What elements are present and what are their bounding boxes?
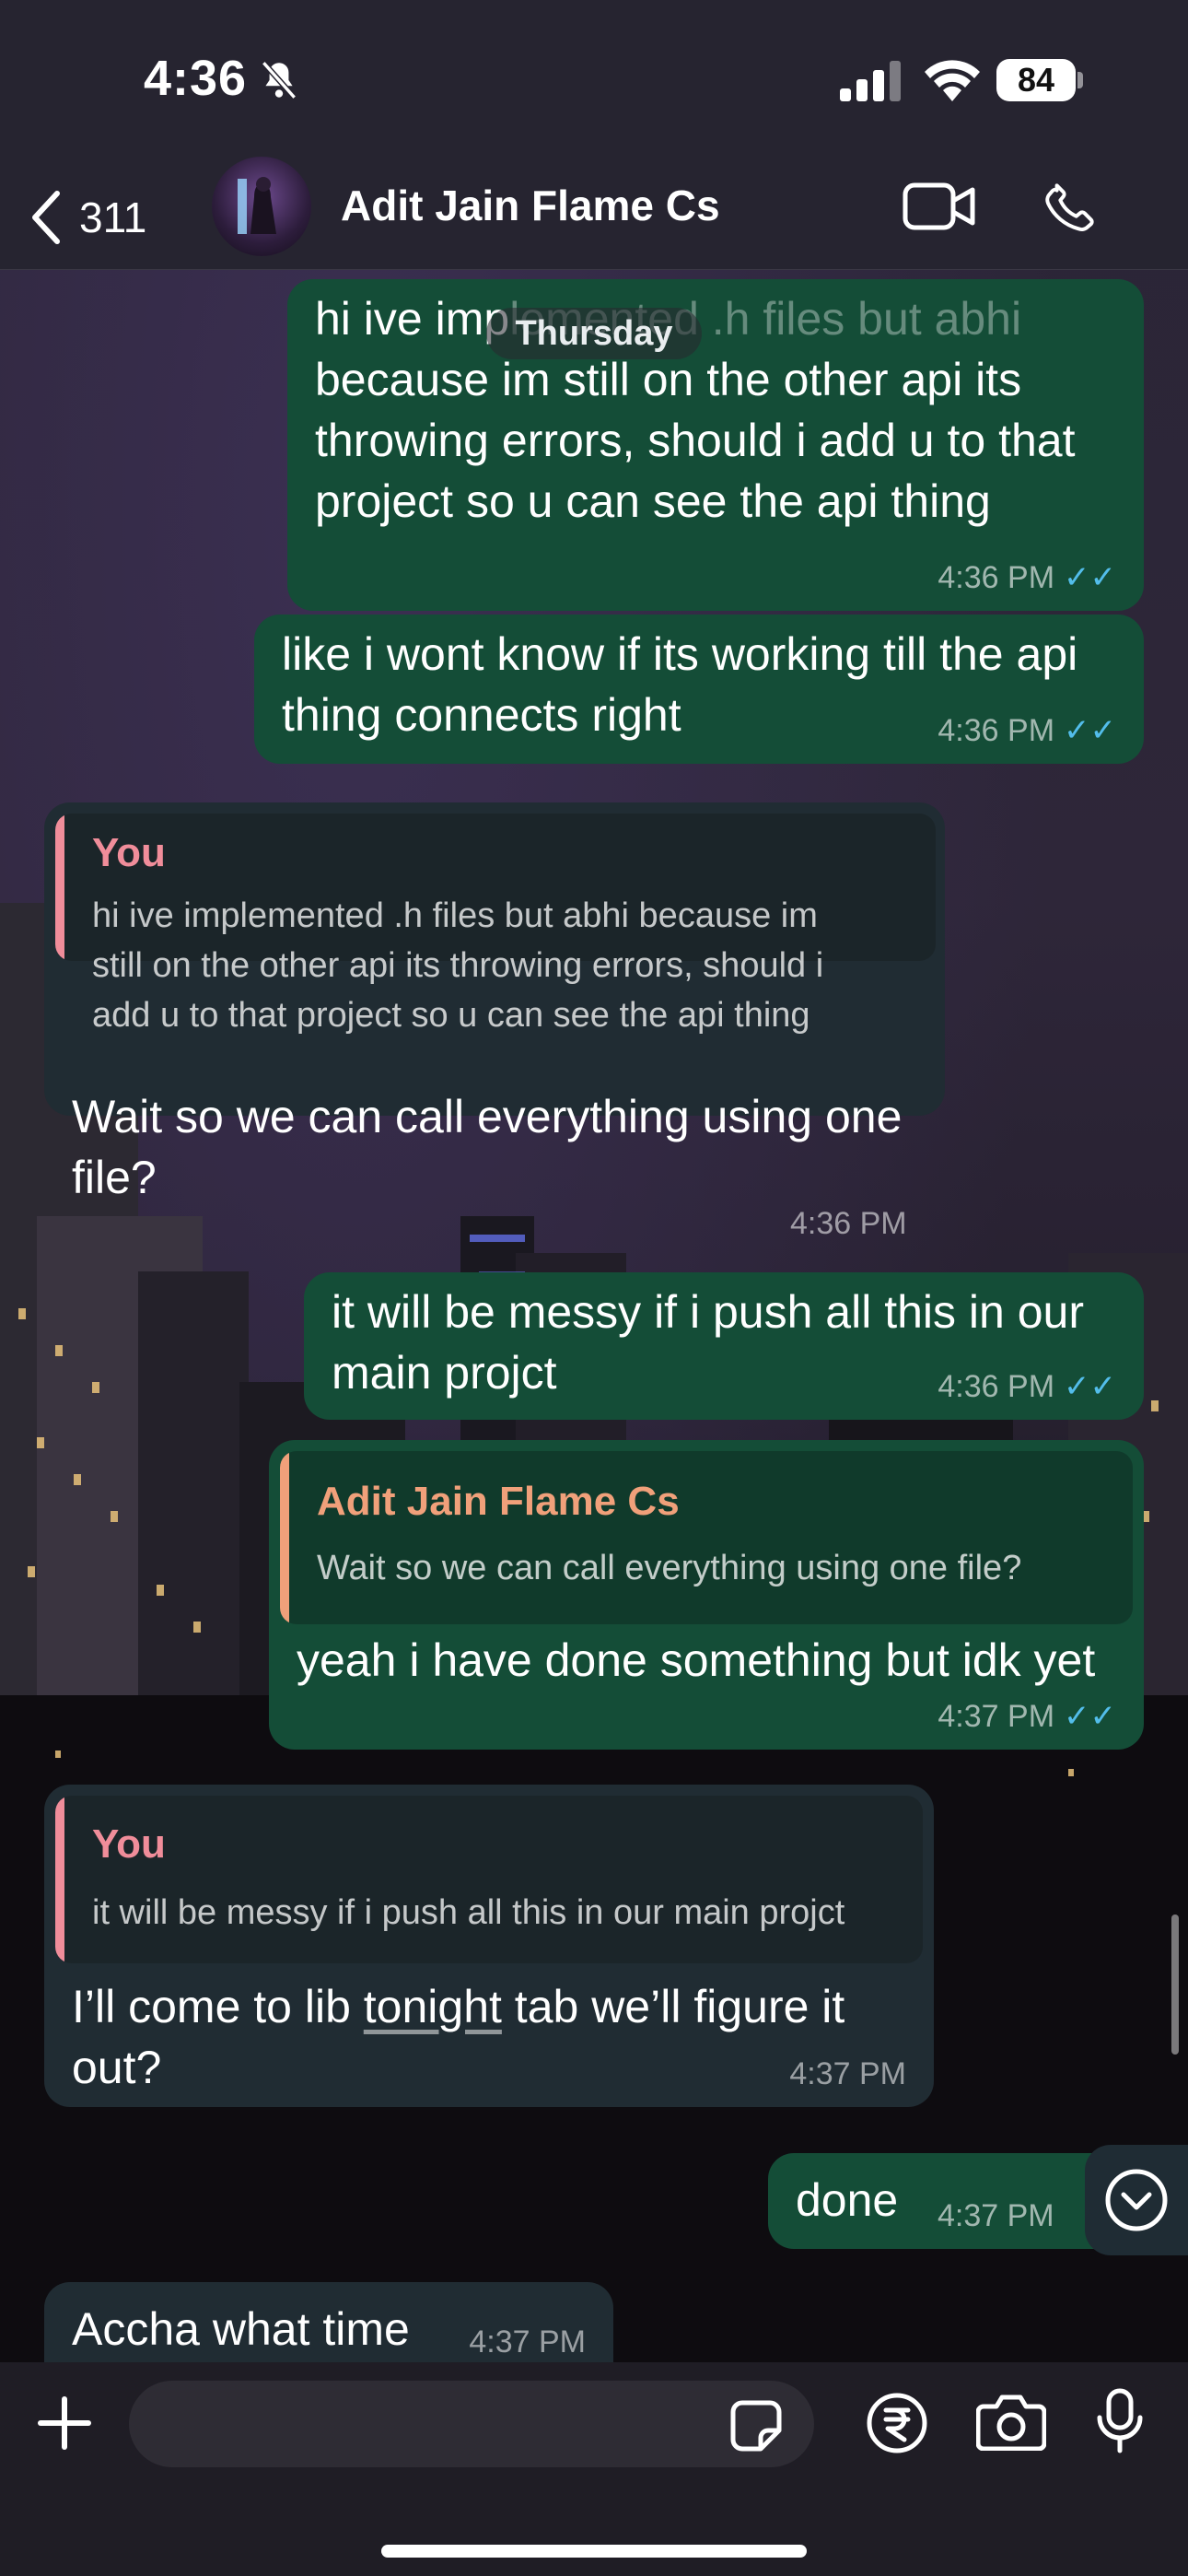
message-text: I’ll come to lib tonight tab we’ll figur…: [72, 1981, 845, 2032]
message-time: 4:37 PM: [789, 2056, 906, 2091]
quoted-reply-body: hi ive implemented .h files but abhi bec…: [55, 814, 936, 1090]
message-text: Wait so we can call everything using one: [72, 1091, 903, 1142]
message-text: done: [796, 2174, 899, 2226]
read-ticks-icon: ✓✓: [1064, 1369, 1116, 1404]
plus-icon[interactable]: [35, 2394, 94, 2457]
quoted-reply[interactable]: Adit Jain Flame Cs Wait so we can call e…: [280, 1451, 1133, 1624]
message-meta: 4:36 PM ✓✓: [938, 559, 1116, 596]
back-button[interactable]: 311: [29, 181, 146, 254]
quote-text: add u to that project so u can see the a…: [92, 996, 810, 1035]
message-bubble-incoming[interactable]: Accha what time 4:37 PM: [44, 2282, 613, 2363]
message-time: 4:36 PM: [938, 712, 1055, 748]
scrollbar[interactable]: [1171, 1914, 1179, 2055]
message-text: file?: [72, 1152, 157, 1203]
home-indicator[interactable]: [381, 2545, 807, 2558]
message-text: like i wont know if its working till the…: [282, 628, 1078, 680]
unread-count: 311: [79, 193, 147, 241]
quote-author: You: [92, 1821, 166, 1867]
message-meta: 4:36 PM ✓✓: [938, 712, 1116, 749]
date-link[interactable]: tonight: [364, 1981, 502, 2032]
signal-icon: [840, 61, 904, 106]
quote-author: Adit Jain Flame Cs: [317, 1479, 680, 1524]
avatar-image: [238, 177, 276, 234]
back-chevron-icon: [32, 191, 60, 244]
message-meta: 4:37 PM: [469, 2324, 586, 2360]
message-time: 4:36 PM: [938, 559, 1055, 595]
day-divider-label: Thursday: [486, 308, 702, 359]
message-text: throwing errors, should i add u to that: [315, 415, 1076, 466]
battery-indicator: 84: [996, 59, 1076, 101]
camera-icon[interactable]: [975, 2394, 1047, 2455]
message-time: 4:37 PM: [938, 2198, 1054, 2233]
message-bubble-outgoing[interactable]: hi ive implemented .h files but abhi bec…: [287, 279, 1144, 611]
message-bubble-outgoing[interactable]: like i wont know if its working till the…: [254, 615, 1144, 764]
mic-icon[interactable]: [1096, 2388, 1144, 2459]
composer-bar: [0, 2362, 1188, 2576]
video-call-icon[interactable]: [903, 181, 976, 237]
message-meta: 4:37 PM ✓✓: [938, 1698, 1116, 1735]
read-ticks-icon: ✓✓: [1064, 713, 1116, 748]
message-text: hi ive implemented .h files but abhi: [315, 293, 1022, 345]
quote-text: it will be messy if i push all this in o…: [92, 1893, 845, 1932]
message-meta: 4:37 PM: [789, 2056, 906, 2092]
battery-tip: [1077, 72, 1083, 88]
message-input[interactable]: [129, 2381, 814, 2467]
wifi-icon: [925, 59, 980, 106]
quote-text: hi ive implemented .h files but abhi bec…: [92, 896, 818, 935]
message-text: project so u can see the api thing: [315, 475, 991, 527]
message-meta: 4:36 PM ✓✓: [938, 1368, 1116, 1405]
bell-off-icon: [256, 57, 302, 108]
message-meta: 4:36 PM: [790, 1206, 907, 1242]
sticker-icon[interactable]: [729, 2399, 783, 2457]
scroll-down-icon: [1105, 2169, 1168, 2231]
message-meta: 4:37 PM: [938, 2198, 1054, 2234]
message-bubble-outgoing[interactable]: Adit Jain Flame Cs Wait so we can call e…: [269, 1440, 1144, 1750]
message-time: 4:36 PM: [938, 1368, 1055, 1404]
read-ticks-icon: ✓✓: [1064, 560, 1116, 595]
quote-text: still on the other api its throwing erro…: [92, 946, 824, 985]
message-time: 4:36 PM: [790, 1206, 907, 1241]
phone-icon[interactable]: [1041, 177, 1100, 240]
quote-accent-bar: [55, 1796, 64, 1963]
read-ticks-icon: ✓✓: [1064, 1699, 1116, 1734]
message-list[interactable]: hi ive implemented .h files but abhi bec…: [0, 270, 1188, 2363]
status-bar: 4:36 84: [0, 0, 1188, 166]
scroll-down-button[interactable]: [1085, 2145, 1188, 2255]
quote-accent-bar: [280, 1451, 289, 1624]
message-text: because im still on the other api its: [315, 354, 1022, 405]
message-text: Accha what time: [72, 2303, 410, 2355]
quote-text: Wait so we can call everything using one…: [317, 1549, 1022, 1587]
message-time: 4:37 PM: [938, 1698, 1055, 1734]
message-text: yeah i have done something but idk yet: [297, 1634, 1096, 1686]
contact-name[interactable]: Adit Jain Flame Cs: [341, 181, 720, 230]
avatar[interactable]: [212, 157, 311, 256]
rupee-icon[interactable]: [866, 2392, 928, 2459]
message-bubble-outgoing[interactable]: it will be messy if i push all this in o…: [304, 1272, 1144, 1420]
message-bubble-incoming[interactable]: You it will be messy if i push all this …: [44, 1785, 934, 2107]
status-time: 4:36: [144, 51, 248, 106]
message-text: it will be messy if i push all this in o…: [332, 1286, 1084, 1338]
message-time: 4:37 PM: [469, 2324, 586, 2359]
quoted-reply[interactable]: You it will be messy if i push all this …: [55, 1796, 923, 1963]
